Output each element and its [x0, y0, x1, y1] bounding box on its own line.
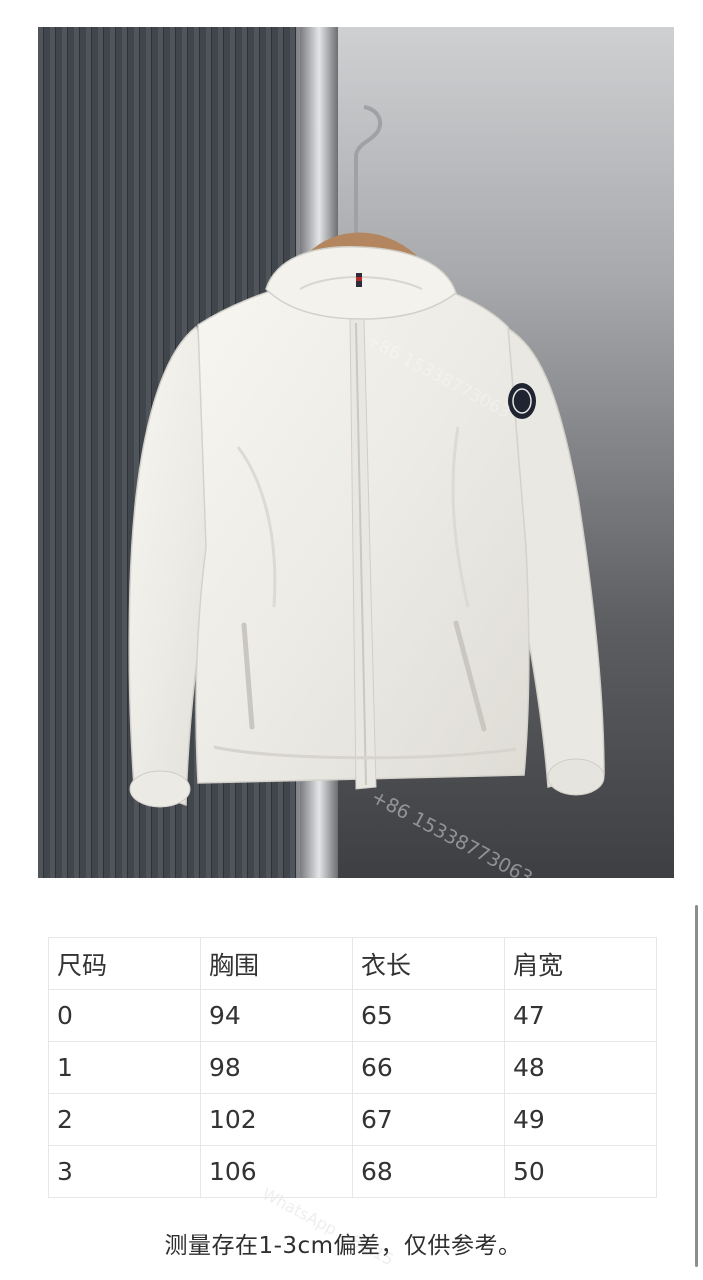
- table-header-row: 尺码 胸围 衣长 肩宽: [48, 937, 657, 990]
- table-row: 1 98 66 48: [48, 1041, 657, 1094]
- cell-shoulder: 47: [504, 989, 657, 1042]
- cell-size: 1: [48, 1041, 201, 1094]
- header-chest: 胸围: [200, 937, 353, 990]
- scrollbar[interactable]: [695, 905, 698, 1267]
- size-chart-table: 尺码 胸围 衣长 肩宽 0 94 65 47 1 98 66 48 2 102 …: [48, 937, 657, 1198]
- cell-length: 65: [352, 989, 505, 1042]
- cell-length: 68: [352, 1145, 505, 1198]
- table-row: 2 102 67 49: [48, 1093, 657, 1146]
- cell-shoulder: 49: [504, 1093, 657, 1146]
- measurement-note: 测量存在1-3cm偏差，仅供参考。: [164, 1233, 522, 1259]
- cell-length: 66: [352, 1041, 505, 1094]
- cell-chest: 102: [200, 1093, 353, 1146]
- header-shoulder: 肩宽: [504, 937, 657, 990]
- cell-length: 67: [352, 1093, 505, 1146]
- cell-chest: 98: [200, 1041, 353, 1094]
- table-row: 3 106 68 50: [48, 1145, 657, 1198]
- product-photo: [38, 27, 674, 878]
- cell-size: 2: [48, 1093, 201, 1146]
- cell-shoulder: 50: [504, 1145, 657, 1198]
- cell-shoulder: 48: [504, 1041, 657, 1094]
- table-row: 0 94 65 47: [48, 989, 657, 1042]
- cell-chest: 106: [200, 1145, 353, 1198]
- cell-chest: 94: [200, 989, 353, 1042]
- header-length: 衣长: [352, 937, 505, 990]
- sleeve-badge-icon: [508, 383, 536, 419]
- cell-size: 3: [48, 1145, 201, 1198]
- header-size: 尺码: [48, 937, 201, 990]
- cell-size: 0: [48, 989, 201, 1042]
